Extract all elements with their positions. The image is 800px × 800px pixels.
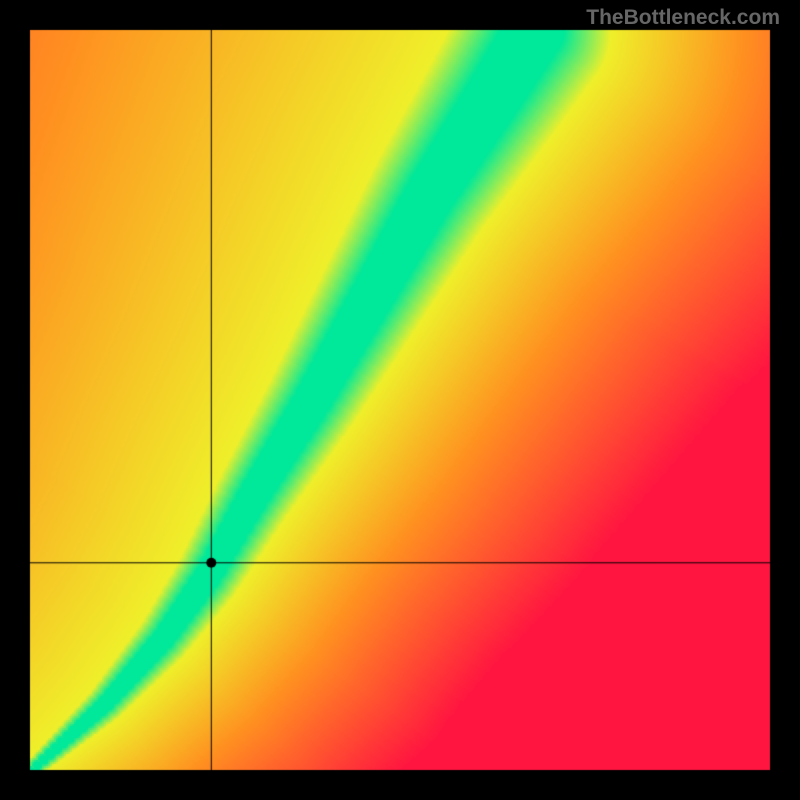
chart-container: TheBottleneck.com bbox=[0, 0, 800, 800]
bottleneck-heatmap bbox=[0, 0, 800, 800]
watermark-text: TheBottleneck.com bbox=[586, 6, 780, 30]
